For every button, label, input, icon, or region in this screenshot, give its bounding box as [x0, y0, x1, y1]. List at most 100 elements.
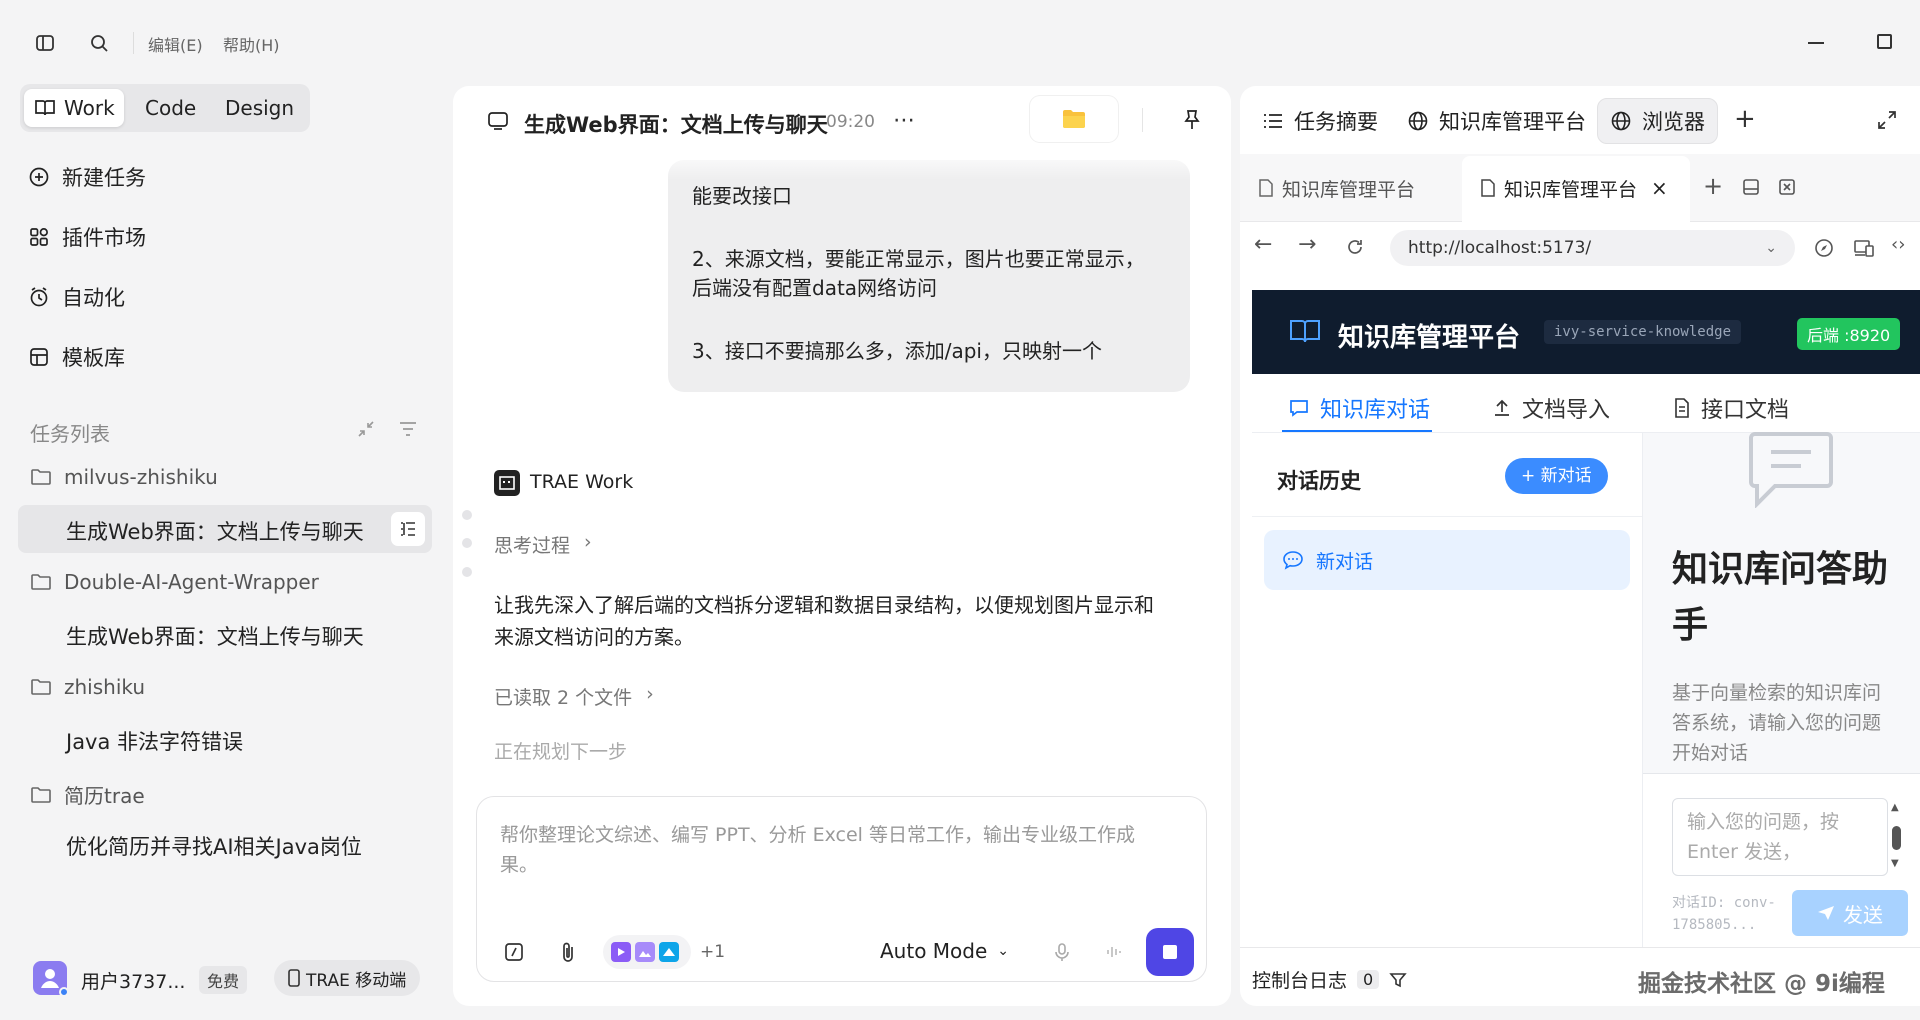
thinking-toggle[interactable]: 思考过程 ›: [494, 531, 592, 558]
kb-nav-chat[interactable]: 知识库对话: [1288, 392, 1430, 424]
task-item[interactable]: 生成Web界面：文档上传与聊天: [66, 621, 364, 651]
filter-icon[interactable]: [1389, 971, 1407, 989]
question-input[interactable]: 输入您的问题，按 Enter 发送，: [1672, 798, 1888, 876]
nav-templates[interactable]: 模板库: [28, 337, 125, 377]
folder-button[interactable]: [1030, 96, 1118, 142]
conversation-id: 对话ID: conv- 1785805...: [1672, 892, 1776, 936]
project-name: milvus-zhishiku: [64, 465, 218, 489]
minimize-button[interactable]: [1808, 42, 1824, 44]
console-log-toggle[interactable]: 控制台日志 0: [1252, 966, 1407, 993]
nav-automation[interactable]: 自动化: [28, 277, 125, 317]
pin-icon[interactable]: [1180, 108, 1204, 132]
project-folder[interactable]: milvus-zhishiku: [30, 465, 218, 489]
stop-button[interactable]: [1146, 928, 1194, 976]
send-icon: [1817, 905, 1835, 921]
back-icon[interactable]: ←: [1254, 232, 1272, 257]
plugin-chips[interactable]: [603, 935, 691, 969]
new-browser-tab-button[interactable]: +: [1703, 172, 1723, 200]
project-folder[interactable]: Double-AI-Agent-Wrapper: [30, 570, 319, 594]
design-plugin-icon: [659, 942, 679, 962]
new-chat-button[interactable]: + 新对话: [1505, 458, 1608, 494]
send-label: 发送: [1843, 902, 1883, 927]
folder-icon: [30, 786, 52, 804]
tab-browser[interactable]: 浏览器: [1597, 98, 1718, 144]
chat-icon: [487, 110, 509, 132]
video-plugin-icon: [611, 942, 631, 962]
nav-new-task[interactable]: 新建任务: [28, 157, 146, 197]
scroll-thumb[interactable]: [1892, 826, 1901, 850]
close-tab-icon[interactable]: ×: [1651, 176, 1668, 200]
page-icon: [1480, 179, 1496, 197]
chevron-right-icon: ›: [584, 531, 592, 553]
filter-list-icon[interactable]: [397, 418, 419, 440]
project-name: zhishiku: [64, 675, 146, 699]
code-icon[interactable]: ‹›: [1891, 234, 1905, 255]
mobile-app-button[interactable]: TRAE 移动端: [274, 960, 421, 996]
mic-icon[interactable]: [1051, 941, 1073, 963]
reload-icon[interactable]: [1344, 236, 1366, 258]
globe-icon: [1610, 110, 1632, 132]
menu-help[interactable]: 帮助(H): [223, 32, 280, 56]
project-folder[interactable]: zhishiku: [30, 675, 145, 699]
image-plugin-icon: [635, 942, 655, 962]
more-icon[interactable]: ⋯: [893, 108, 916, 133]
divider: [1240, 947, 1920, 948]
tasks-title: 任务列表: [30, 422, 110, 446]
mobile-label: TRAE 移动端: [306, 970, 407, 991]
console-label: 控制台日志: [1252, 970, 1348, 992]
conversation-item[interactable]: 新对话: [1264, 530, 1630, 590]
compass-icon[interactable]: [1813, 237, 1835, 259]
expand-icon[interactable]: [1875, 108, 1899, 132]
menu-edit[interactable]: 编辑(E): [148, 32, 203, 56]
divider: [1643, 773, 1920, 774]
folder-icon: [30, 468, 52, 486]
placeholder-line: 帮你整理论文综述、编写 PPT、分析 Excel 等日常工作，输出专业级工作成: [500, 824, 1135, 846]
upload-icon: [1492, 398, 1512, 418]
read-files-toggle[interactable]: 已读取 2 个文件 ›: [494, 683, 654, 710]
task-item[interactable]: 优化简历并寻找AI相关Java岗位: [66, 831, 362, 861]
kb-nav-import[interactable]: 文档导入: [1492, 392, 1610, 424]
send-button[interactable]: 发送: [1792, 890, 1908, 936]
project-folder[interactable]: 简历trae: [30, 780, 145, 809]
desc-line: 答系统，请输入您的问题: [1672, 712, 1882, 734]
toggle-sidebar-icon[interactable]: [34, 32, 56, 54]
divider: [1142, 108, 1143, 132]
task-item[interactable]: Java 非法字符错误: [66, 726, 243, 756]
browser-tab-active[interactable]: 知识库管理平台 ×: [1480, 168, 1668, 208]
voice-wave-icon[interactable]: [1103, 941, 1125, 963]
task-outline-icon[interactable]: [391, 512, 425, 546]
mode-work[interactable]: Work: [24, 89, 124, 127]
nav-plugins[interactable]: 插件市场: [28, 217, 146, 257]
reply-line: 来源文档访问的方案。: [494, 625, 694, 649]
maximize-button[interactable]: [1877, 34, 1892, 49]
avatar[interactable]: [33, 961, 69, 997]
msg-line: 2、来源文档，要能正常显示，图片也要正常显示，: [692, 247, 1145, 271]
url-bar[interactable]: http://localhost:5173/ ⌄: [1390, 230, 1795, 266]
agent-reply: 让我先深入了解后端的文档拆分逻辑和数据目录结构，以便规划图片显示和 来源文档访问…: [494, 589, 1214, 653]
task-item[interactable]: 生成Web界面：文档上传与聊天: [66, 516, 364, 546]
slash-command-icon[interactable]: [503, 941, 525, 963]
mode-code[interactable]: Code: [135, 89, 206, 127]
forward-icon[interactable]: →: [1298, 232, 1316, 257]
new-task-icon: [28, 166, 50, 188]
composer-input[interactable]: 帮你整理论文综述、编写 PPT、分析 Excel 等日常工作，输出专业级工作成 …: [500, 820, 1180, 880]
tab-task-summary[interactable]: 任务摘要: [1250, 98, 1390, 144]
tab-kb-platform[interactable]: 知识库管理平台: [1395, 98, 1598, 144]
mode-select[interactable]: Auto Mode ⌄: [880, 939, 1009, 963]
user-name[interactable]: 用户3737...: [81, 967, 185, 994]
attach-icon[interactable]: [557, 941, 579, 963]
plugin-count[interactable]: +1: [700, 942, 725, 962]
add-tab-button[interactable]: +: [1734, 104, 1756, 134]
plan-badge: 免费: [199, 966, 248, 994]
search-icon[interactable]: [88, 32, 110, 54]
close-window-icon[interactable]: [1776, 176, 1798, 198]
layout-icon[interactable]: [1740, 176, 1762, 198]
kb-nav-api-docs[interactable]: 接口文档: [1673, 392, 1789, 424]
nav-label: 自动化: [62, 286, 125, 310]
collapse-icon[interactable]: [355, 418, 377, 440]
devices-icon[interactable]: [1853, 237, 1875, 259]
scrollbar[interactable]: ▲ ▼: [1890, 802, 1902, 870]
mode-design[interactable]: Design: [215, 89, 304, 127]
chevron-down-icon: ⌄: [997, 943, 1010, 959]
browser-tab[interactable]: 知识库管理平台: [1258, 168, 1415, 208]
